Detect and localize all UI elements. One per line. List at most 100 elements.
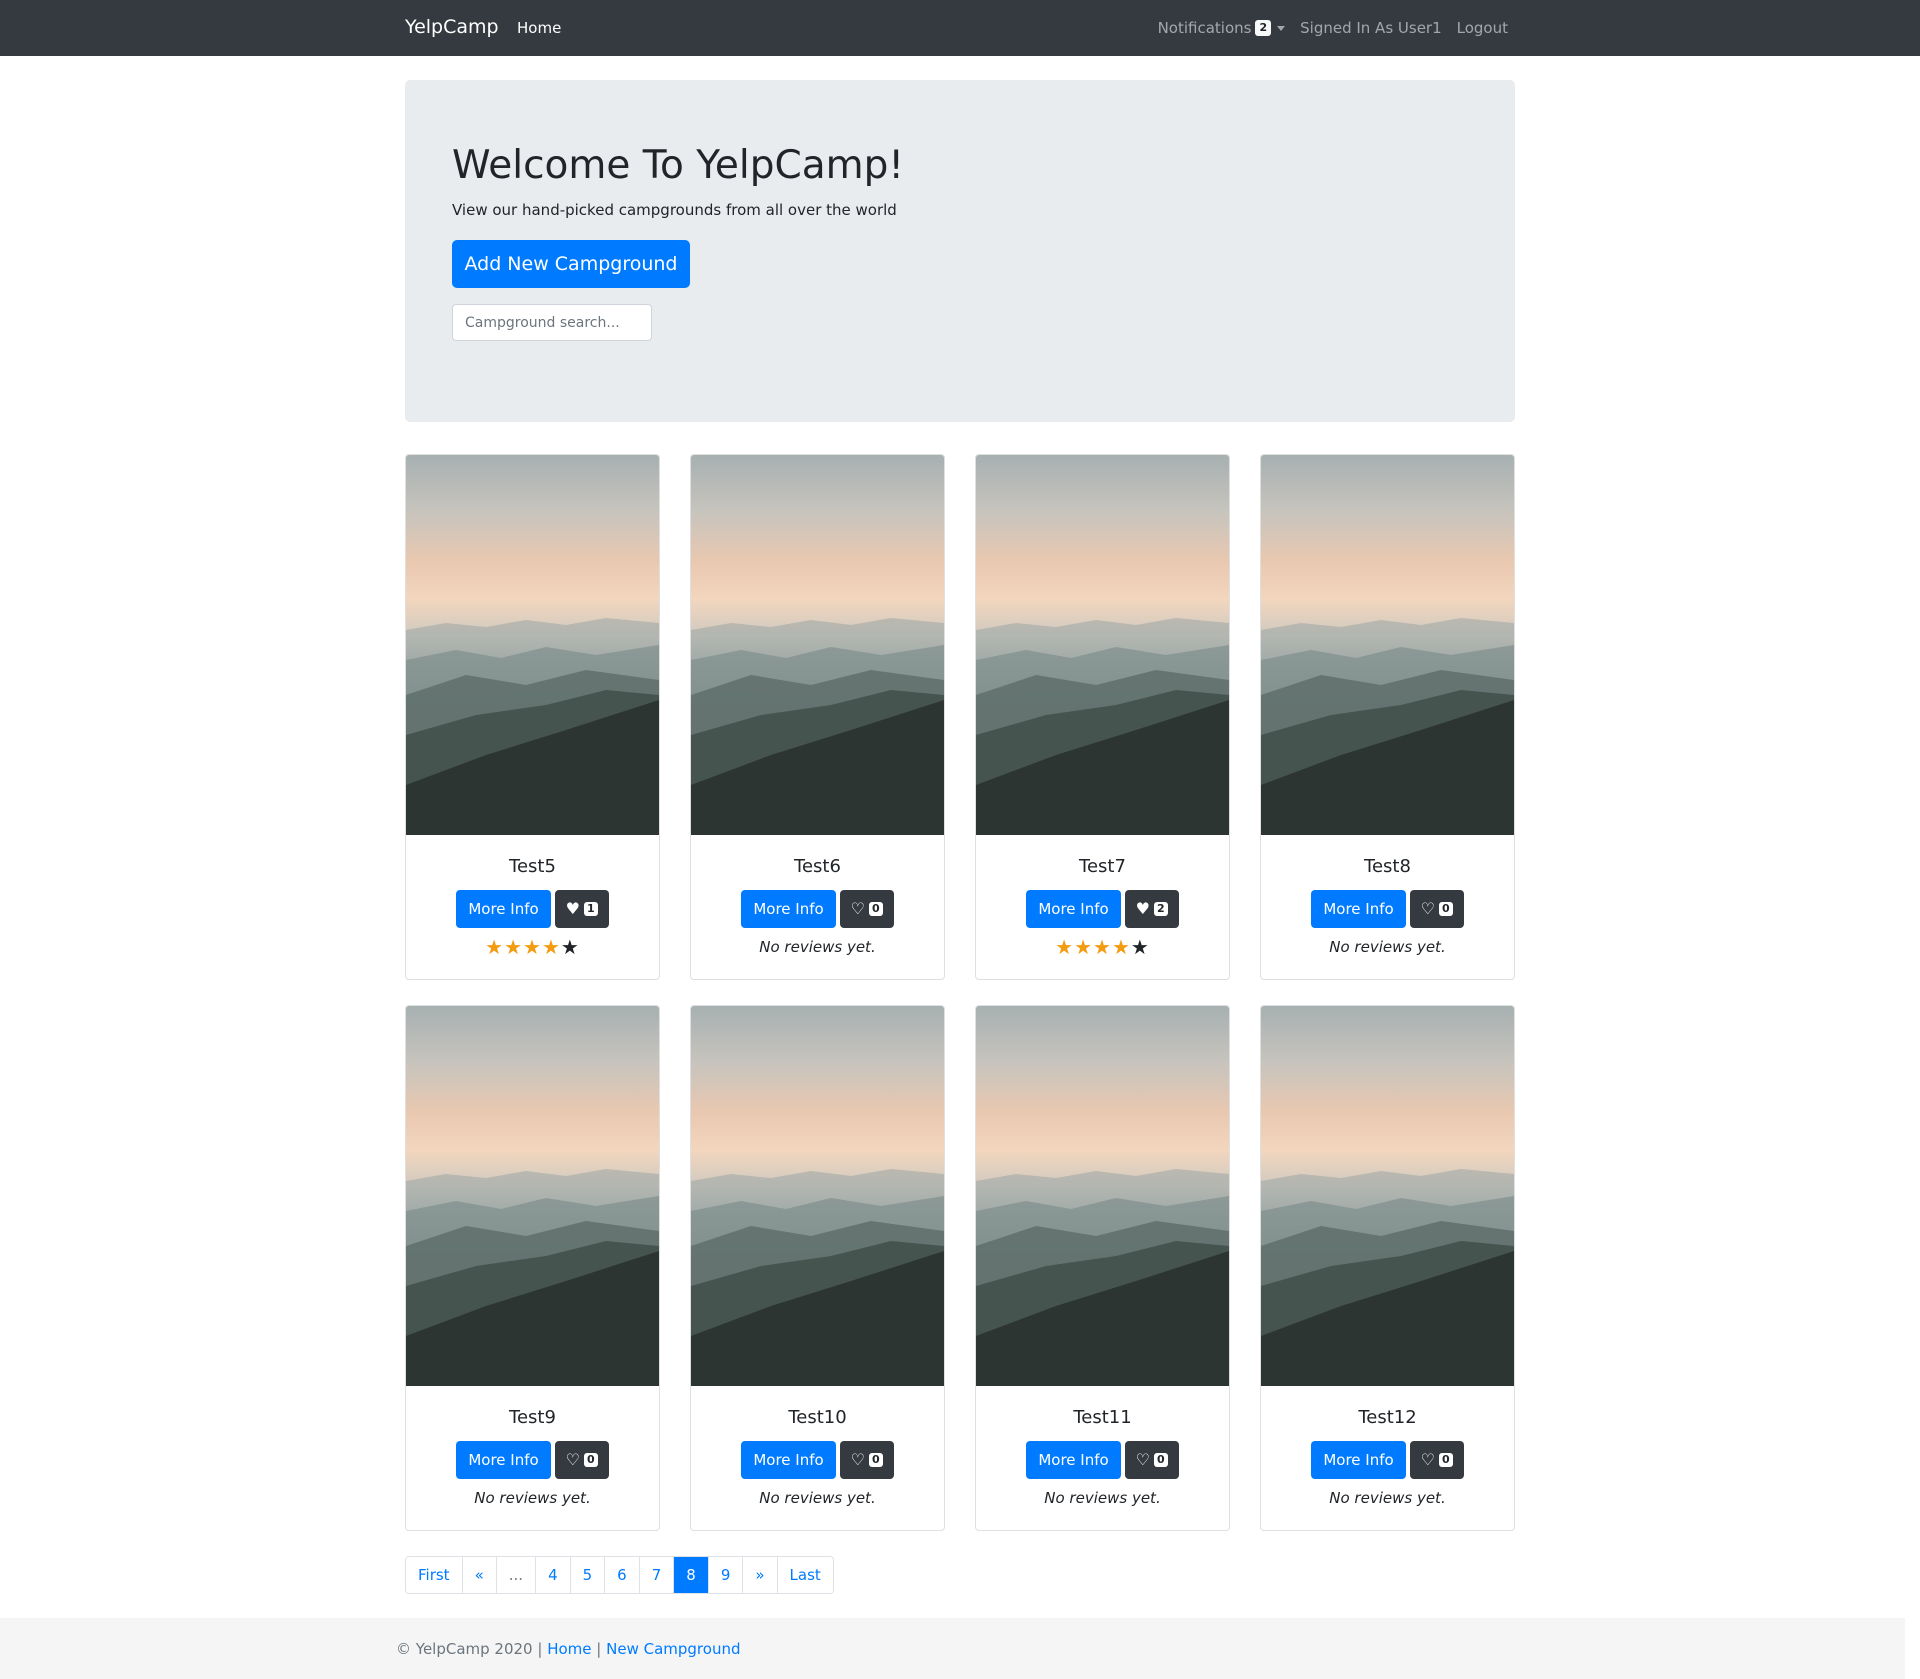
card-actions: More Info ♡ 0	[1261, 1441, 1514, 1479]
like-button[interactable]: ♡ 0	[839, 1441, 894, 1479]
card-actions: More Info ♡ 0	[976, 1441, 1229, 1479]
campground-title: Test12	[1358, 1407, 1417, 1428]
campground-image[interactable]	[976, 1006, 1229, 1386]
like-count: 1	[584, 902, 598, 916]
no-reviews-text: No reviews yet.	[759, 938, 876, 956]
page-6[interactable]: 6	[605, 1557, 640, 1593]
footer: © YelpCamp 2020 | Home | New Campground	[0, 1618, 1905, 1679]
like-count: 0	[1439, 902, 1453, 916]
card-actions: More Info ♡ 0	[406, 1441, 659, 1479]
footer-text: © YelpCamp 2020 | Home | New Campground	[396, 1640, 740, 1658]
no-reviews-text: No reviews yet.	[1329, 938, 1446, 956]
star-filled-icon: ★	[541, 935, 561, 959]
no-reviews-text: No reviews yet.	[759, 1489, 876, 1507]
campground-title: Test5	[509, 856, 556, 877]
nav-home-link[interactable]: Home	[517, 19, 561, 37]
card-actions: More Info ♡ 0	[691, 890, 944, 928]
footer-home-link[interactable]: Home	[547, 1640, 591, 1658]
like-count: 0	[869, 1453, 883, 1467]
more-info-button[interactable]: More Info	[1311, 890, 1406, 928]
heart-outline-icon: ♡	[565, 1450, 581, 1469]
page-ellipsis: ...	[496, 1557, 537, 1593]
campground-title: Test6	[794, 856, 841, 877]
like-button[interactable]: ♡ 0	[554, 1441, 609, 1479]
star-filled-icon: ★	[1093, 935, 1112, 959]
notifications-dropdown[interactable]: Notifications 2	[1158, 19, 1286, 37]
page-last[interactable]: Last	[777, 1557, 833, 1593]
card-actions: More Info ♥ 1	[406, 890, 659, 928]
star-empty-icon: ★	[1130, 935, 1150, 959]
campground-card: Test8 More Info ♡ 0 No reviews yet.	[1260, 454, 1515, 980]
page-next[interactable]: »	[743, 1557, 778, 1593]
pagination: First « ... 4 5 6 7 8 9 » Last	[405, 1556, 834, 1594]
heart-filled-icon: ♥	[565, 899, 581, 918]
no-reviews-text: No reviews yet.	[1329, 1489, 1446, 1507]
campground-search-input[interactable]	[452, 304, 652, 341]
page-first[interactable]: First	[406, 1557, 463, 1593]
signed-in-link[interactable]: Signed In As User1	[1300, 19, 1442, 37]
like-button[interactable]: ♥ 2	[1124, 890, 1179, 928]
brand-link[interactable]: YelpCamp	[405, 16, 499, 38]
campground-card: Test10 More Info ♡ 0 No reviews yet.	[690, 1005, 945, 1531]
more-info-button[interactable]: More Info	[1026, 890, 1121, 928]
star-filled-icon: ★	[504, 935, 524, 959]
like-button[interactable]: ♡ 0	[1124, 1441, 1179, 1479]
like-button[interactable]: ♡ 0	[1409, 890, 1464, 928]
page-subtitle: View our hand-picked campgrounds from al…	[452, 201, 897, 219]
heart-outline-icon: ♡	[850, 899, 866, 918]
campground-image[interactable]	[691, 1006, 944, 1386]
page-9[interactable]: 9	[708, 1557, 744, 1593]
campground-card: Test12 More Info ♡ 0 No reviews yet.	[1260, 1005, 1515, 1531]
star-filled-icon: ★	[1074, 935, 1094, 959]
more-info-button[interactable]: More Info	[1311, 1441, 1406, 1479]
more-info-button[interactable]: More Info	[741, 890, 836, 928]
star-filled-icon: ★	[1055, 935, 1075, 959]
card-actions: More Info ♡ 0	[1261, 890, 1514, 928]
campground-image[interactable]	[406, 455, 659, 835]
more-info-button[interactable]: More Info	[1026, 1441, 1121, 1479]
heart-outline-icon: ♡	[850, 1450, 866, 1469]
nav-right: Notifications 2 Signed In As User1 Logou…	[1158, 19, 1508, 37]
campground-image[interactable]	[691, 455, 944, 835]
campground-title: Test7	[1079, 856, 1126, 877]
campground-image[interactable]	[406, 1006, 659, 1386]
page-5[interactable]: 5	[570, 1557, 606, 1593]
campground-card: Test7 More Info ♥ 2 ★★★★★	[975, 454, 1230, 980]
campground-image[interactable]	[1261, 455, 1514, 835]
notification-count-badge: 2	[1255, 20, 1272, 36]
more-info-button[interactable]: More Info	[456, 890, 551, 928]
heart-outline-icon: ♡	[1135, 1450, 1151, 1469]
like-count: 0	[1154, 1453, 1168, 1467]
more-info-button[interactable]: More Info	[741, 1441, 836, 1479]
like-count: 0	[1439, 1453, 1453, 1467]
more-info-button[interactable]: More Info	[456, 1441, 551, 1479]
add-campground-button[interactable]: Add New Campground	[452, 240, 690, 288]
page-4[interactable]: 4	[536, 1557, 571, 1593]
star-filled-icon: ★	[523, 935, 542, 959]
like-button[interactable]: ♥ 1	[554, 890, 609, 928]
heart-outline-icon: ♡	[1420, 899, 1436, 918]
navbar: YelpCamp Home Notifications 2 Signed In …	[0, 0, 1920, 56]
like-button[interactable]: ♡ 0	[1409, 1441, 1464, 1479]
campground-image[interactable]	[1261, 1006, 1514, 1386]
caret-down-icon	[1277, 25, 1286, 31]
footer-separator: |	[596, 1640, 602, 1658]
rating-stars: ★★★★★	[976, 935, 1229, 959]
page-8-current[interactable]: 8	[674, 1557, 709, 1593]
star-empty-icon: ★	[560, 935, 580, 959]
page-prev[interactable]: «	[462, 1557, 497, 1593]
like-button[interactable]: ♡ 0	[839, 890, 894, 928]
no-reviews-text: No reviews yet.	[474, 1489, 591, 1507]
logout-link[interactable]: Logout	[1457, 19, 1508, 37]
like-count: 0	[869, 902, 883, 916]
notifications-label: Notifications	[1157, 19, 1252, 37]
page-7[interactable]: 7	[639, 1557, 675, 1593]
campground-card: Test6 More Info ♡ 0 No reviews yet.	[690, 454, 945, 980]
campground-title: Test11	[1073, 1407, 1132, 1428]
jumbotron: Welcome To YelpCamp! View our hand-picke…	[405, 80, 1515, 422]
no-reviews-text: No reviews yet.	[1044, 1489, 1161, 1507]
heart-filled-icon: ♥	[1135, 899, 1151, 918]
campground-card: Test11 More Info ♡ 0 No reviews yet.	[975, 1005, 1230, 1531]
footer-new-campground-link[interactable]: New Campground	[606, 1640, 740, 1658]
campground-image[interactable]	[976, 455, 1229, 835]
